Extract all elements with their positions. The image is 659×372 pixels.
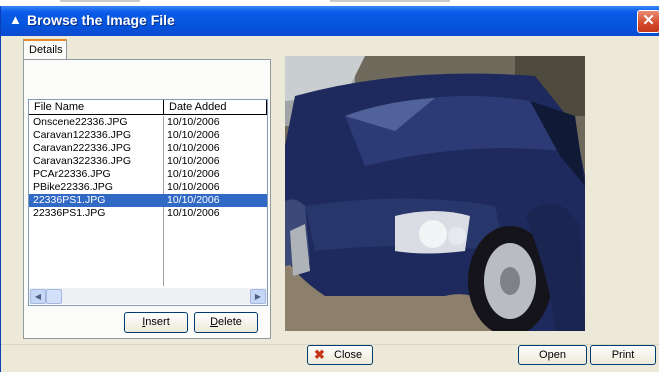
date-added: 10/10/2006 <box>167 142 220 154</box>
list-item[interactable]: Caravan122336.JPG 10/10/2006 <box>29 129 267 142</box>
file-name: PBike22336.JPG <box>33 181 113 193</box>
date-added: 10/10/2006 <box>167 181 220 193</box>
delete-label-rest: elete <box>218 316 242 328</box>
scroll-thumb[interactable] <box>46 289 62 304</box>
close-icon: ✕ <box>642 12 655 29</box>
file-name: Onscene22336.JPG <box>33 116 128 128</box>
file-list-rows: Onscene22336.JPG 10/10/2006 Caravan12233… <box>29 116 267 220</box>
date-added: 10/10/2006 <box>167 168 220 180</box>
date-added: 10/10/2006 <box>167 207 220 219</box>
background-divider <box>330 0 450 2</box>
close-window-button[interactable]: ✕ <box>637 10 659 33</box>
list-item-selected[interactable]: 22336PS1.JPG 10/10/2006 <box>29 194 267 207</box>
scroll-right-icon[interactable]: ▶ <box>250 289 266 304</box>
list-item[interactable]: Caravan322336.JPG 10/10/2006 <box>29 155 267 168</box>
list-item[interactable]: PCAr22336.JPG 10/10/2006 <box>29 168 267 181</box>
insert-label-rest: nsert <box>145 316 170 328</box>
close-button-label: Close <box>334 349 363 361</box>
column-header-date-added[interactable]: Date Added <box>164 100 267 115</box>
open-button[interactable]: Open <box>518 345 587 365</box>
column-header-file-name[interactable]: File Name <box>29 100 164 115</box>
file-list[interactable]: File Name Date Added Onscene22336.JPG 10… <box>28 99 268 306</box>
background-divider <box>60 0 140 2</box>
title-bar[interactable]: ▲ Browse the Image File ✕ <box>1 6 659 36</box>
horizontal-scrollbar[interactable]: ◀ ▶ <box>29 288 267 304</box>
list-item[interactable]: Onscene22336.JPG 10/10/2006 <box>29 116 267 129</box>
open-button-label: Open <box>539 349 566 361</box>
file-name: PCAr22336.JPG <box>33 168 111 180</box>
tab-details-label: Details <box>29 44 63 56</box>
close-button[interactable]: ✖ Close <box>307 345 373 365</box>
file-name: 22336PS1.JPG <box>33 207 106 219</box>
list-item[interactable]: Caravan222336.JPG 10/10/2006 <box>29 142 267 155</box>
file-name: Caravan322336.JPG <box>33 155 132 167</box>
scroll-left-icon[interactable]: ◀ <box>30 289 46 304</box>
date-added: 10/10/2006 <box>167 155 220 167</box>
delete-accel: D <box>210 316 219 328</box>
print-button-label: Print <box>611 349 635 361</box>
window-title: Browse the Image File <box>27 12 175 28</box>
print-button[interactable]: Print <box>590 345 656 365</box>
insert-button[interactable]: Insert <box>124 312 188 333</box>
details-panel: File Name Date Added Onscene22336.JPG 10… <box>23 59 271 339</box>
date-added: 10/10/2006 <box>167 129 220 141</box>
file-list-header: File Name Date Added <box>29 100 267 116</box>
browse-image-dialog: ▲ Browse the Image File ✕ Details File N… <box>0 6 659 372</box>
date-added: 10/10/2006 <box>167 116 220 128</box>
file-name: 22336PS1.JPG <box>33 194 106 206</box>
date-added: 10/10/2006 <box>167 194 220 206</box>
triangle-app-icon: ▲ <box>9 12 22 27</box>
image-preview <box>285 56 585 331</box>
delete-button[interactable]: Delete <box>194 312 258 333</box>
red-x-icon: ✖ <box>314 347 325 362</box>
file-name: Caravan122336.JPG <box>33 129 132 141</box>
tab-details[interactable]: Details <box>23 39 67 61</box>
car-photo <box>285 56 585 331</box>
list-item[interactable]: 22336PS1.JPG 10/10/2006 <box>29 207 267 220</box>
list-item[interactable]: PBike22336.JPG 10/10/2006 <box>29 181 267 194</box>
file-name: Caravan222336.JPG <box>33 142 132 154</box>
